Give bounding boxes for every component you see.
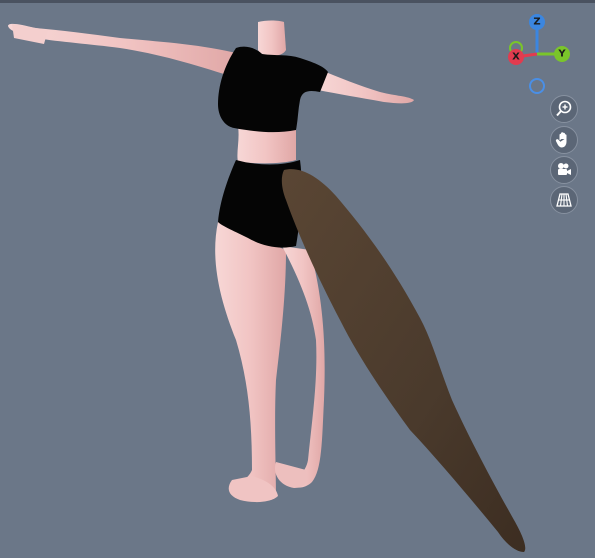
svg-text:Y: Y [557,49,566,60]
zoom-button[interactable] [550,95,578,123]
svg-text:Z: Z [533,17,540,28]
grid-icon [556,193,572,207]
figure-right-leg [282,246,325,488]
figure-crop-top [218,46,328,133]
hand-pan-icon [555,132,567,148]
figure-left-hand [12,24,48,44]
y-axis-handle[interactable]: Y [554,46,570,62]
camera-icon [558,163,571,175]
figure-right-foot [274,462,308,488]
figure-right-arm [316,68,414,104]
svg-text:X: X [512,52,520,63]
pan-button[interactable] [550,126,578,154]
grid-button[interactable] [550,186,578,214]
camera-button[interactable] [550,156,578,184]
figure-neck [258,20,286,56]
3d-viewport[interactable]: Z X Y [0,0,595,558]
zoom-icon [556,100,572,117]
figure-left-leg [215,222,286,500]
x-axis-handle[interactable]: X [508,49,524,65]
z-axis-handle[interactable]: Z [529,14,545,30]
axis-gizmo[interactable]: Z X Y [500,12,580,94]
